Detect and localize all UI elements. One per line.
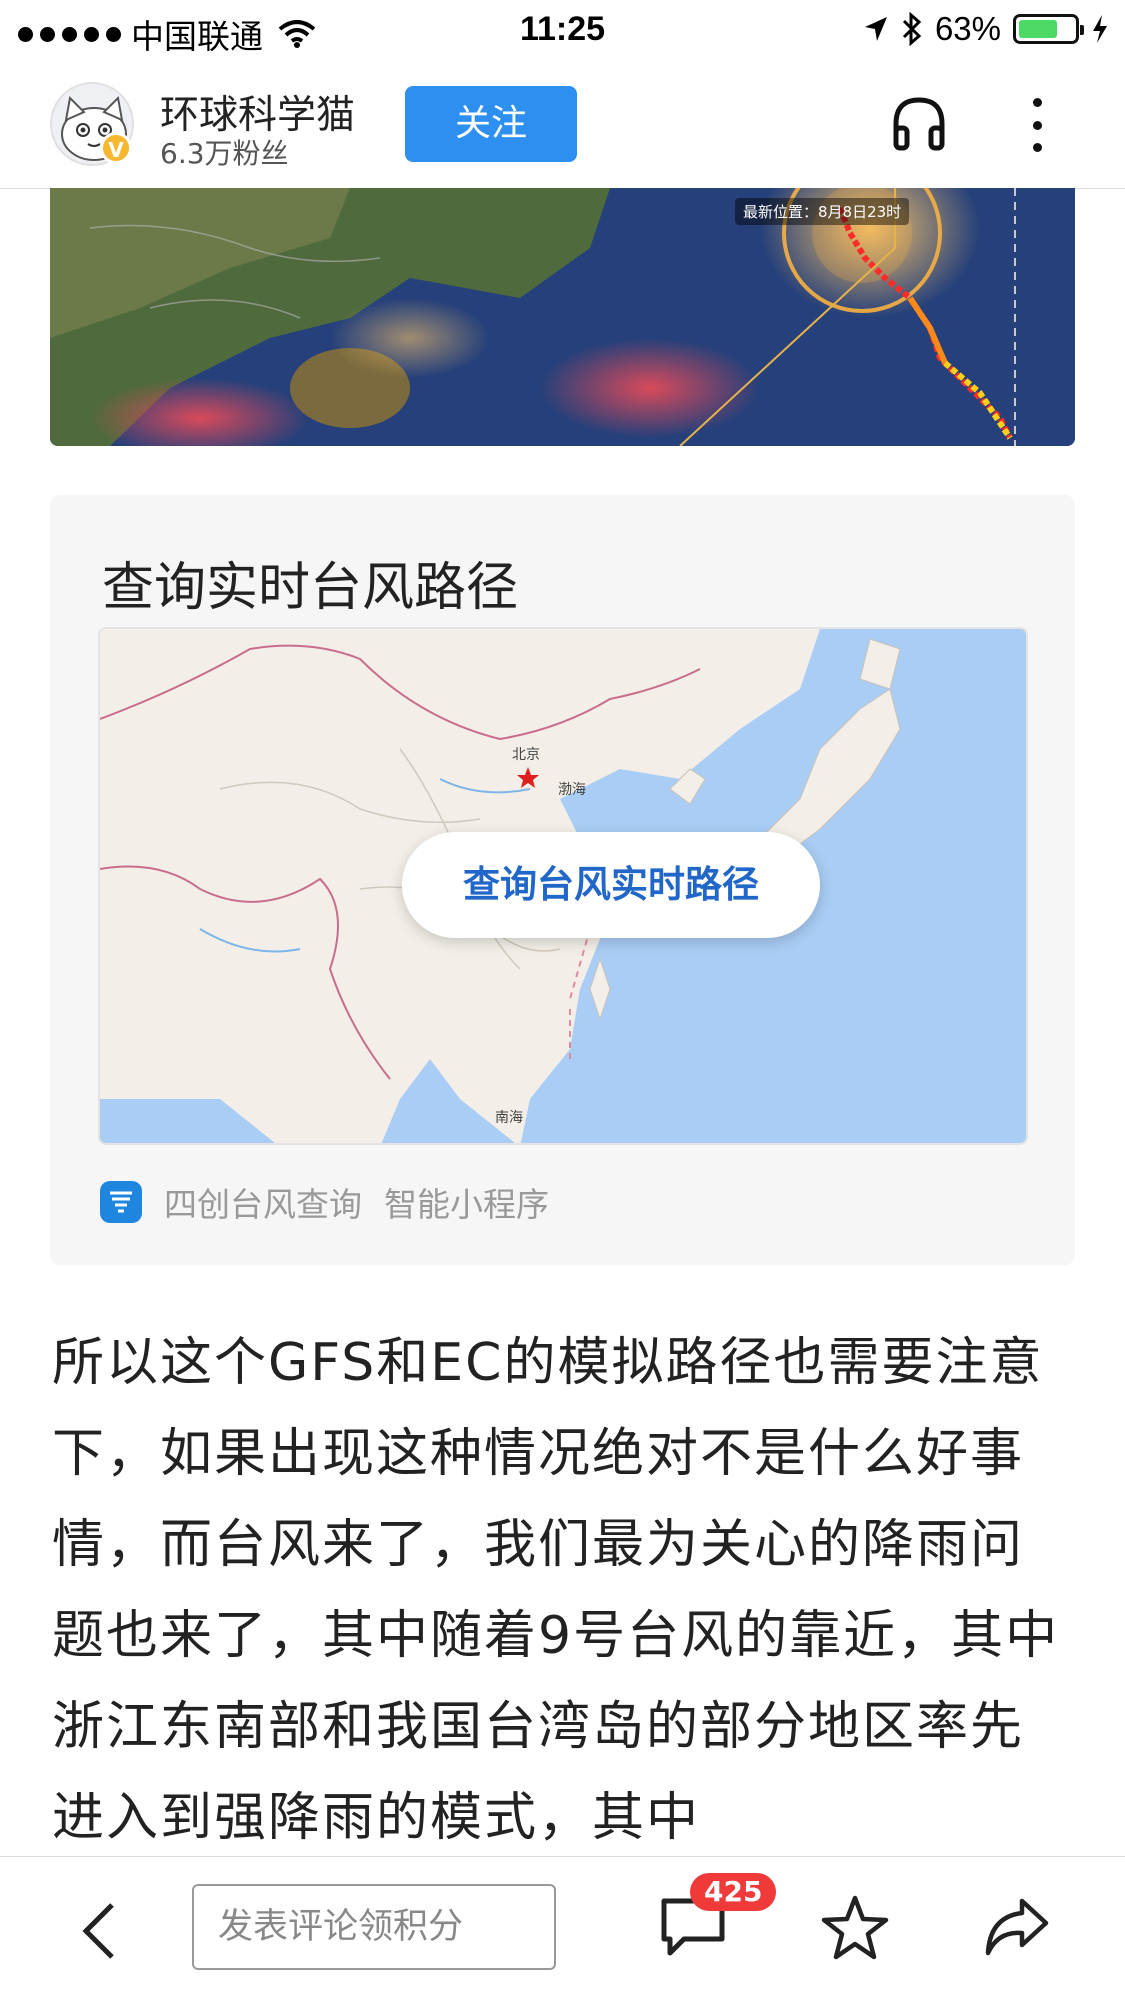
mini-program-card[interactable]: 查询实时台风路径 北京 渤海 南海 查询台风实时路径 四创台风查询 智能小程序	[50, 495, 1075, 1265]
query-typhoon-button[interactable]: 查询台风实时路径	[402, 832, 820, 938]
typhoon-app-icon	[100, 1181, 142, 1223]
headphones-icon[interactable]	[890, 94, 948, 152]
comment-input[interactable]: 发表评论领积分	[192, 1884, 556, 1970]
share-icon[interactable]	[982, 1895, 1052, 1959]
verified-badge-icon: V	[100, 132, 132, 164]
bottom-bar: 发表评论领积分 425	[0, 1856, 1125, 2002]
satellite-typhoon-image: 最新位置：8月8日23时	[50, 188, 1075, 446]
typhoon-map[interactable]: 北京 渤海 南海 查询台风实时路径	[98, 627, 1028, 1145]
more-icon[interactable]	[1030, 98, 1044, 152]
comment-count-badge: 425	[690, 1873, 777, 1911]
app-name: 四创台风查询	[164, 1185, 362, 1224]
battery-icon	[1013, 14, 1084, 44]
map-label-bohai: 渤海	[558, 782, 586, 798]
battery-percent: 63%	[934, 10, 1001, 47]
location-icon	[864, 17, 887, 41]
bluetooth-icon	[902, 12, 922, 46]
app-type: 智能小程序	[384, 1185, 549, 1224]
status-bar: 中国联通 11:25 63%	[0, 0, 1125, 62]
map-label-nanhai: 南海	[495, 1110, 523, 1126]
follow-button[interactable]: 关注	[405, 86, 577, 162]
article-paragraph: 所以这个GFS和EC的模拟路径也需要注意下，如果出现这种情况绝对不是什么好事情，…	[52, 1333, 1060, 1848]
article-header: V 环球科学猫 6.3万粉丝 关注	[0, 62, 1125, 189]
star-icon[interactable]	[820, 1893, 890, 1963]
card-title: 查询实时台风路径	[102, 558, 519, 618]
map-label-beijing: 北京	[512, 747, 540, 763]
back-icon[interactable]	[76, 1901, 126, 1961]
latest-position-label: 最新位置：8月8日23时	[735, 198, 910, 225]
mini-program-source[interactable]: 四创台风查询 智能小程序	[100, 1178, 549, 1226]
charging-icon	[1093, 15, 1107, 43]
fans-count: 6.3万粉丝	[160, 137, 289, 170]
